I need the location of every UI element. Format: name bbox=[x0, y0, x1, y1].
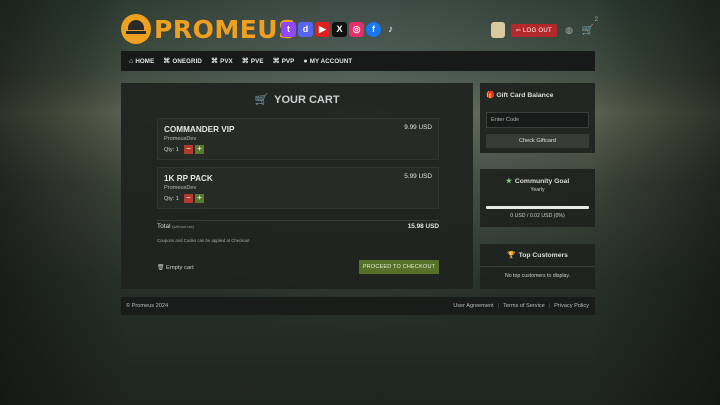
nav-label: MY ACCOUNT bbox=[309, 57, 353, 65]
logout-button[interactable]: ⇦ LOG OUT bbox=[510, 23, 557, 37]
divider bbox=[480, 266, 595, 267]
discord-icon[interactable]: d bbox=[298, 22, 313, 37]
gift-icon: 🎁 bbox=[486, 92, 497, 99]
community-goal-title: ★ Community Goal bbox=[480, 177, 595, 185]
brand-name: PROMEUS bbox=[154, 14, 297, 44]
logout-icon: ⇦ bbox=[515, 27, 523, 34]
decrease-qty-button[interactable]: − bbox=[183, 145, 193, 154]
item-owner: PromeusDev bbox=[164, 136, 197, 142]
qty-label: Qty: 1 bbox=[164, 146, 179, 153]
goal-amount: 0 USD / 0.02 USD (0%) bbox=[510, 213, 565, 219]
nav-item-pvp[interactable]: ⌘ PVP bbox=[272, 57, 295, 66]
top-customers-title-text: Top Customers bbox=[518, 252, 568, 259]
main-nav: ⌂ HOME ⌘ ONEGRID ⌘ PVX ⌘ PVE ⌘ PVP ● MY ACCOUN… bbox=[121, 51, 595, 71]
item-price: 5.99 USD bbox=[404, 173, 432, 180]
total-note: (without tax) bbox=[172, 224, 195, 229]
item-name: COMMANDER VIP bbox=[164, 125, 235, 134]
nav-label: HOME bbox=[135, 57, 155, 65]
x-icon[interactable]: X bbox=[332, 22, 347, 37]
user-icon: ● bbox=[303, 57, 308, 65]
site-header: PROMEUS t d ▶ X ◎ f ♪ ⇦ LOG OUT ◍ 🛒 2 bbox=[121, 0, 598, 50]
nav-item-my-account[interactable]: ● MY ACCOUNT bbox=[303, 58, 352, 65]
top-customers-panel: 🏆 Top Customers No top customers to displ… bbox=[480, 244, 595, 289]
separator: | bbox=[497, 303, 500, 309]
server-icon: ⌘ bbox=[272, 58, 280, 65]
copyright: © Promeus 2024 bbox=[126, 303, 169, 309]
increase-qty-button[interactable]: + bbox=[194, 194, 204, 203]
trash-icon: 🗑 bbox=[157, 265, 166, 271]
quantity-stepper: Qty: 1 − + bbox=[164, 194, 204, 203]
helmet-logo-icon bbox=[121, 14, 151, 44]
qty-label: Qty: 1 bbox=[164, 195, 179, 202]
separator: | bbox=[548, 303, 551, 309]
privacy-policy-link[interactable]: Privacy Policy bbox=[554, 303, 589, 309]
youtube-icon[interactable]: ▶ bbox=[315, 22, 330, 37]
coupon-note: Coupons and Codes can be applied at Chec… bbox=[157, 238, 250, 243]
header-actions: ⇦ LOG OUT ◍ 🛒 2 bbox=[490, 17, 598, 38]
gift-card-title: 🎁 Gift Card Balance bbox=[486, 91, 553, 99]
total-text: Total bbox=[157, 223, 171, 230]
item-owner: PromeusDev bbox=[164, 185, 197, 191]
nav-item-pvx[interactable]: ⌘ PVX bbox=[210, 57, 233, 66]
cart-title-text: YOUR CART bbox=[274, 94, 340, 106]
nav-item-pve[interactable]: ⌘ PVE bbox=[241, 57, 264, 66]
community-goal-title-text: Community Goal bbox=[514, 178, 570, 185]
avatar[interactable] bbox=[490, 22, 505, 38]
user-agreement-link[interactable]: User Agreement bbox=[453, 303, 493, 309]
tiktok-icon[interactable]: ♪ bbox=[383, 22, 398, 37]
total-value: 15.98 USD bbox=[407, 223, 439, 230]
nav-label: PVP bbox=[281, 57, 295, 65]
home-icon: ⌂ bbox=[129, 57, 134, 65]
star-icon: ★ bbox=[505, 178, 512, 185]
cart-title: 🛒 YOUR CART bbox=[121, 93, 473, 106]
cart-count-badge: 2 bbox=[594, 16, 598, 23]
decrease-qty-button[interactable]: − bbox=[183, 194, 193, 203]
terms-of-service-link[interactable]: Terms of Service bbox=[503, 303, 545, 309]
nav-item-home[interactable]: ⌂ HOME bbox=[129, 58, 154, 65]
total-label: Total (without tax) bbox=[157, 223, 194, 230]
cart-item: 1K RP PACK PromeusDev 5.99 USD Qty: 1 − … bbox=[157, 167, 439, 209]
cart-panel: 🛒 YOUR CART COMMANDER VIP PromeusDev 9.99… bbox=[121, 83, 473, 289]
divider bbox=[157, 220, 439, 221]
quantity-stepper: Qty: 1 − + bbox=[164, 145, 204, 154]
goal-progress-bar bbox=[486, 206, 589, 209]
community-goal-panel: ★ Community Goal Yearly 0 USD / 0.02 USD … bbox=[480, 169, 595, 227]
facebook-icon[interactable]: f bbox=[366, 22, 381, 37]
twitch-icon[interactable]: t bbox=[281, 22, 296, 37]
empty-cart-button[interactable]: 🗑 Empty cart bbox=[157, 265, 194, 271]
logo[interactable]: PROMEUS bbox=[121, 14, 297, 44]
globe-icon[interactable]: ◍ bbox=[563, 25, 575, 36]
server-icon: ⌘ bbox=[163, 58, 171, 65]
gift-card-panel: 🎁 Gift Card Balance Check Giftcard bbox=[480, 83, 595, 153]
nav-label: ONEGRID bbox=[172, 57, 202, 65]
cart-item: COMMANDER VIP PromeusDev 9.99 USD Qty: 1… bbox=[157, 118, 439, 160]
server-icon: ⌘ bbox=[241, 58, 249, 65]
item-name: 1K RP PACK bbox=[164, 174, 213, 183]
proceed-to-checkout-button[interactable]: PROCEED TO CHECKOUT bbox=[359, 260, 439, 274]
cart-icon: 🛒 bbox=[254, 94, 269, 106]
nav-label: PVE bbox=[250, 57, 264, 65]
goal-period: Yearly bbox=[530, 187, 545, 193]
top-customers-message: No top customers to display. bbox=[504, 273, 571, 279]
footer-links: User Agreement | Terms of Service | Priv… bbox=[453, 303, 589, 309]
gift-card-title-text: Gift Card Balance bbox=[496, 92, 554, 99]
page-container: PROMEUS t d ▶ X ◎ f ♪ ⇦ LOG OUT ◍ 🛒 2 ⌂ HO… bbox=[121, 0, 598, 315]
check-giftcard-button[interactable]: Check Giftcard bbox=[486, 134, 589, 148]
logout-label: LOG OUT bbox=[522, 27, 552, 34]
gift-code-input[interactable] bbox=[486, 112, 589, 128]
nav-label: PVX bbox=[220, 57, 233, 65]
instagram-icon[interactable]: ◎ bbox=[349, 22, 364, 37]
trophy-icon: 🏆 bbox=[507, 252, 516, 259]
top-customers-title: 🏆 Top Customers bbox=[480, 251, 595, 259]
site-footer: © Promeus 2024 User Agreement | Terms of… bbox=[121, 297, 595, 315]
social-links: t d ▶ X ◎ f ♪ bbox=[281, 22, 398, 37]
nav-item-onegrid[interactable]: ⌘ ONEGRID bbox=[163, 57, 202, 66]
item-price: 9.99 USD bbox=[404, 124, 432, 131]
increase-qty-button[interactable]: + bbox=[194, 145, 204, 154]
cart-icon[interactable]: 🛒 2 bbox=[581, 17, 598, 36]
empty-cart-label: Empty cart bbox=[165, 265, 194, 271]
server-icon: ⌘ bbox=[210, 58, 219, 65]
